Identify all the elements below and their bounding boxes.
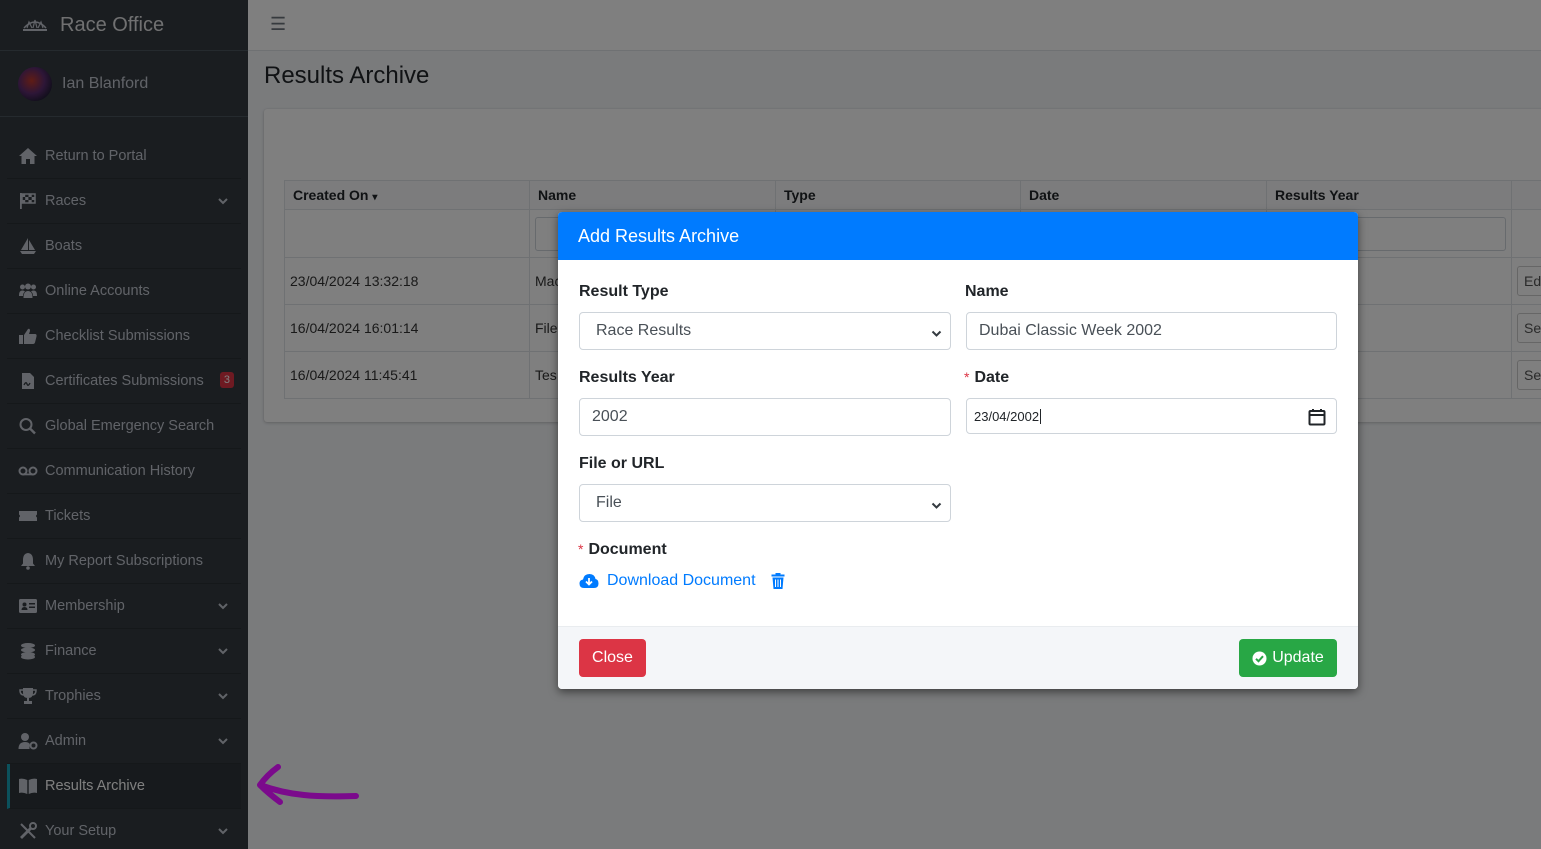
file-or-url-label: File or URL — [579, 455, 665, 472]
download-document-link[interactable]: Download Document — [579, 572, 796, 590]
results-year-label: Results Year — [579, 369, 675, 386]
add-results-archive-modal: Add Results Archive Result Type Race Res… — [558, 212, 1358, 689]
date-input[interactable]: 23/04/2002 — [966, 398, 1337, 434]
annotation-arrow-icon — [257, 764, 359, 805]
result-type-label: Result Type — [579, 283, 669, 300]
chevron-down-icon — [931, 498, 942, 509]
trash-icon[interactable] — [768, 573, 788, 589]
name-input[interactable]: Dubai Classic Week 2002 — [966, 312, 1337, 350]
text-cursor — [1040, 408, 1042, 424]
required-asterisk: * — [578, 541, 584, 557]
cloud-download-icon — [579, 574, 599, 588]
date-label: * Date — [964, 369, 1010, 386]
document-label: * Document — [578, 541, 667, 558]
modal-title: Add Results Archive — [578, 225, 740, 246]
calendar-icon[interactable] — [1308, 408, 1326, 426]
check-circle-icon — [1252, 651, 1267, 665]
result-type-select[interactable]: Race Results — [579, 312, 951, 350]
modal-footer: Close Update — [558, 626, 1358, 689]
file-or-url-select[interactable]: File — [579, 484, 951, 522]
close-button[interactable]: Close — [579, 639, 646, 677]
chevron-down-icon — [931, 326, 942, 337]
name-label: Name — [965, 283, 1009, 300]
update-button[interactable]: Update — [1239, 639, 1337, 677]
modal-header: Add Results Archive — [558, 212, 1358, 260]
results-year-input[interactable]: 2002 — [579, 398, 951, 436]
required-asterisk: * — [964, 369, 970, 385]
modal-body: Result Type Race Results Name Dubai Clas… — [558, 260, 1358, 626]
